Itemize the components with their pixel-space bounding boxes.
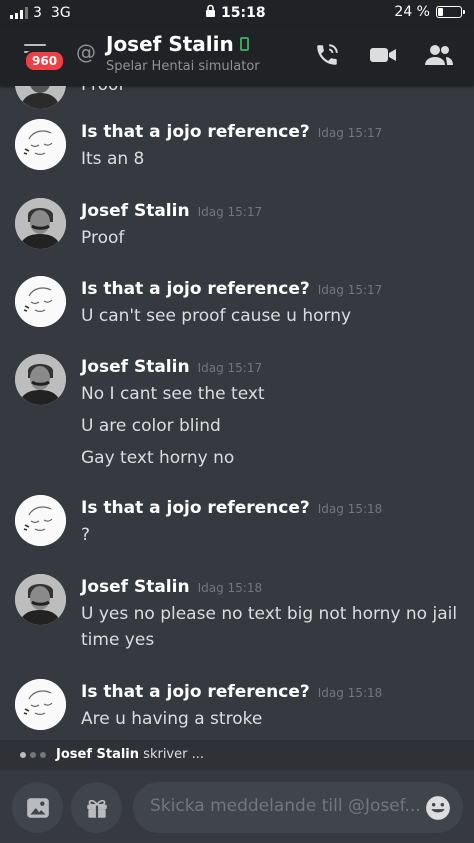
timestamp: Idag 15:17 xyxy=(197,205,263,219)
message-text: Proof xyxy=(81,86,124,95)
status-left: 3 3G xyxy=(10,5,71,21)
timestamp: Idag 15:18 xyxy=(317,502,383,516)
message-text: U are color blind xyxy=(81,416,221,436)
emoji-icon xyxy=(426,796,450,820)
timestamp: Idag 15:17 xyxy=(317,126,383,140)
members-button[interactable] xyxy=(424,40,454,70)
author-name[interactable]: Is that a jojo reference? Idag 15:17 xyxy=(81,279,382,299)
video-camera-icon xyxy=(370,48,396,62)
gift-icon xyxy=(86,799,107,818)
typing-user: Josef Stalin xyxy=(56,747,140,762)
members-icon xyxy=(425,45,453,65)
emoji-button[interactable] xyxy=(425,795,451,825)
status-right: 24 % xyxy=(394,4,465,20)
status-center: 15:18 xyxy=(205,4,266,22)
message-input-placeholder: Skicka meddelande till @Josef... xyxy=(150,796,421,816)
at-icon: @ xyxy=(76,40,96,64)
phone-icon xyxy=(317,44,338,65)
message-text: Gay text horny no xyxy=(81,448,235,468)
author-name[interactable]: Josef Stalin Idag 15:18 xyxy=(81,577,262,597)
header-actions xyxy=(312,40,454,70)
mobile-status-icon xyxy=(239,37,249,51)
typing-suffix: skriver ... xyxy=(143,747,204,762)
attach-image-button[interactable] xyxy=(12,782,63,833)
dm-header: 960 @ Josef Stalin Spelar Hentai simulat… xyxy=(0,26,474,86)
author-name[interactable]: Is that a jojo reference? Idag 15:17 xyxy=(81,122,382,142)
avatar[interactable] xyxy=(15,198,66,249)
avatar[interactable] xyxy=(15,679,66,730)
battery-percent: 24 % xyxy=(394,4,430,20)
author-name[interactable]: Josef Stalin Idag 15:17 xyxy=(81,201,262,221)
typing-dots-icon xyxy=(20,752,46,758)
video-call-button[interactable] xyxy=(368,40,398,70)
avatar[interactable] xyxy=(15,86,66,109)
clock: 15:18 xyxy=(221,5,266,21)
message-input[interactable]: Skicka meddelande till @Josef... xyxy=(133,782,463,833)
carrier-label: 3 xyxy=(33,5,42,21)
page-title[interactable]: Josef Stalin xyxy=(106,32,249,56)
lock-icon xyxy=(205,4,216,22)
message-text: Proof xyxy=(81,228,125,248)
timestamp: Idag 15:17 xyxy=(197,361,263,375)
activity-status: Spelar Hentai simulator xyxy=(106,59,260,74)
status-bar: 3 3G 15:18 24 % xyxy=(0,0,474,26)
network-label: 3G xyxy=(50,5,71,21)
typing-text: Josef Stalin skriver ... xyxy=(56,747,204,762)
image-icon xyxy=(26,797,49,818)
dm-title: Josef Stalin xyxy=(106,32,234,56)
timestamp: Idag 15:18 xyxy=(317,686,383,700)
battery-icon xyxy=(436,6,465,18)
avatar[interactable] xyxy=(15,276,66,327)
gift-button[interactable] xyxy=(71,782,122,833)
signal-strength-icon xyxy=(10,7,28,19)
author-name[interactable]: Josef Stalin Idag 15:17 xyxy=(81,357,262,377)
message-list[interactable]: Proof Is that a jojo reference?Idag 15:1… xyxy=(0,86,474,740)
timestamp: Idag 15:18 xyxy=(197,581,263,595)
unread-badge: 960 xyxy=(24,50,66,72)
message-text: Are u having a stroke xyxy=(81,709,263,729)
avatar[interactable] xyxy=(15,354,66,405)
avatar[interactable] xyxy=(15,574,66,625)
message-text: ? xyxy=(81,525,91,545)
voice-call-button[interactable] xyxy=(312,40,342,70)
timestamp: Idag 15:17 xyxy=(317,283,383,297)
message-composer: Skicka meddelande till @Josef... xyxy=(0,770,474,843)
message-text: U yes no please no text big not horny no… xyxy=(81,604,458,650)
message-text: U can't see proof cause u horny xyxy=(81,306,352,326)
message-text: Its an 8 xyxy=(81,149,145,169)
message-text: No I cant see the text xyxy=(81,384,265,404)
author-name[interactable]: Is that a jojo reference? Idag 15:18 xyxy=(81,498,382,518)
author-name[interactable]: Is that a jojo reference? Idag 15:18 xyxy=(81,682,382,702)
typing-indicator: Josef Stalin skriver ... xyxy=(0,740,474,770)
avatar[interactable] xyxy=(15,495,66,546)
avatar[interactable] xyxy=(15,119,66,170)
